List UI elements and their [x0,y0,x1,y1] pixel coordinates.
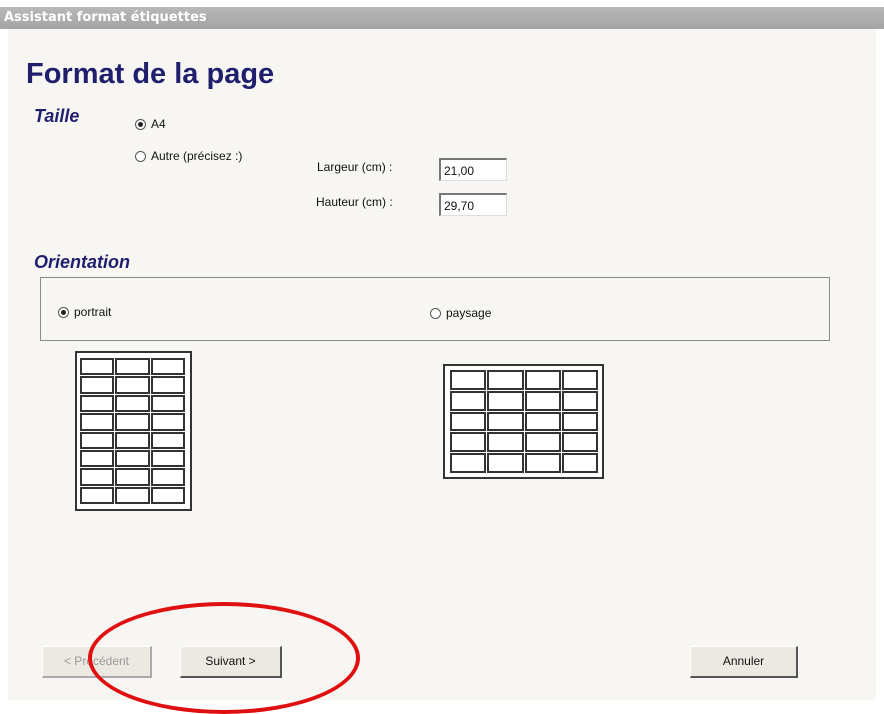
label-cell [80,413,115,431]
radio-landscape-label: paysage [446,306,492,320]
label-cell [150,413,185,431]
radio-a4-label: A4 [151,117,166,131]
label-cell [80,468,115,486]
radio-a4-indicator[interactable] [135,118,146,130]
label-cell [450,370,487,390]
label-cell [150,468,185,486]
radio-landscape-indicator[interactable] [430,307,441,319]
label-cell [561,370,598,390]
label-cell [487,432,524,453]
width-field[interactable]: 21,00 [439,158,507,181]
label-cell [487,370,524,390]
label-cell [115,486,150,504]
radio-other-label: Autre (précisez :) [151,149,243,163]
label-cell [487,453,524,473]
window-edge [876,29,884,700]
orientation-heading: Orientation [34,252,131,272]
label-cell [150,394,185,413]
label-cell [150,431,185,449]
previous-button[interactable]: < Précédent [42,646,152,678]
label-cell [115,431,150,449]
label-cell [80,486,115,504]
portrait-label-grid [80,358,185,504]
width-label: Largeur (cm) : [317,160,393,174]
label-cell [450,411,487,432]
label-cell [524,432,561,453]
label-cell [80,376,115,394]
label-cell [80,449,115,468]
label-cell [524,370,561,390]
label-cell [115,376,150,394]
label-cell [524,453,561,473]
cancel-button[interactable]: Annuler [690,646,798,678]
label-cell [450,390,487,411]
label-cell [524,390,561,411]
label-cell [524,411,561,432]
label-cell [150,376,185,394]
radio-portrait-indicator[interactable] [58,306,69,318]
radio-portrait[interactable]: portrait [58,305,111,319]
label-cell [487,411,524,432]
label-cell [561,432,598,453]
landscape-label-grid [450,370,598,473]
radio-other-indicator[interactable] [135,150,146,162]
label-cell [80,394,115,413]
radio-other-size[interactable]: Autre (précisez :) [135,149,242,163]
next-button[interactable]: Suivant > [180,646,282,678]
label-cell [150,486,185,504]
label-cell [80,431,115,449]
label-cell [561,453,598,473]
label-cell [115,449,150,468]
label-cell [450,453,487,473]
label-cell [115,468,150,486]
height-label: Hauteur (cm) : [316,195,393,209]
radio-a4[interactable]: A4 [135,117,166,131]
label-cell [150,358,185,376]
label-cell [450,432,487,453]
taille-heading: Taille [34,106,80,126]
page-title: Format de la page [26,58,275,90]
window-titlebar[interactable]: Assistant format étiquettes [0,7,884,29]
window-title: Assistant format étiquettes [4,10,207,25]
height-field[interactable]: 29,70 [439,193,507,216]
radio-portrait-label: portrait [74,305,112,319]
label-cell [80,358,115,376]
label-cell [115,394,150,413]
label-cell [115,358,150,376]
label-cell [487,390,524,411]
label-cell [561,411,598,432]
label-cell [561,390,598,411]
label-cell [150,449,185,468]
radio-landscape[interactable]: paysage [430,306,491,320]
label-cell [115,413,150,431]
